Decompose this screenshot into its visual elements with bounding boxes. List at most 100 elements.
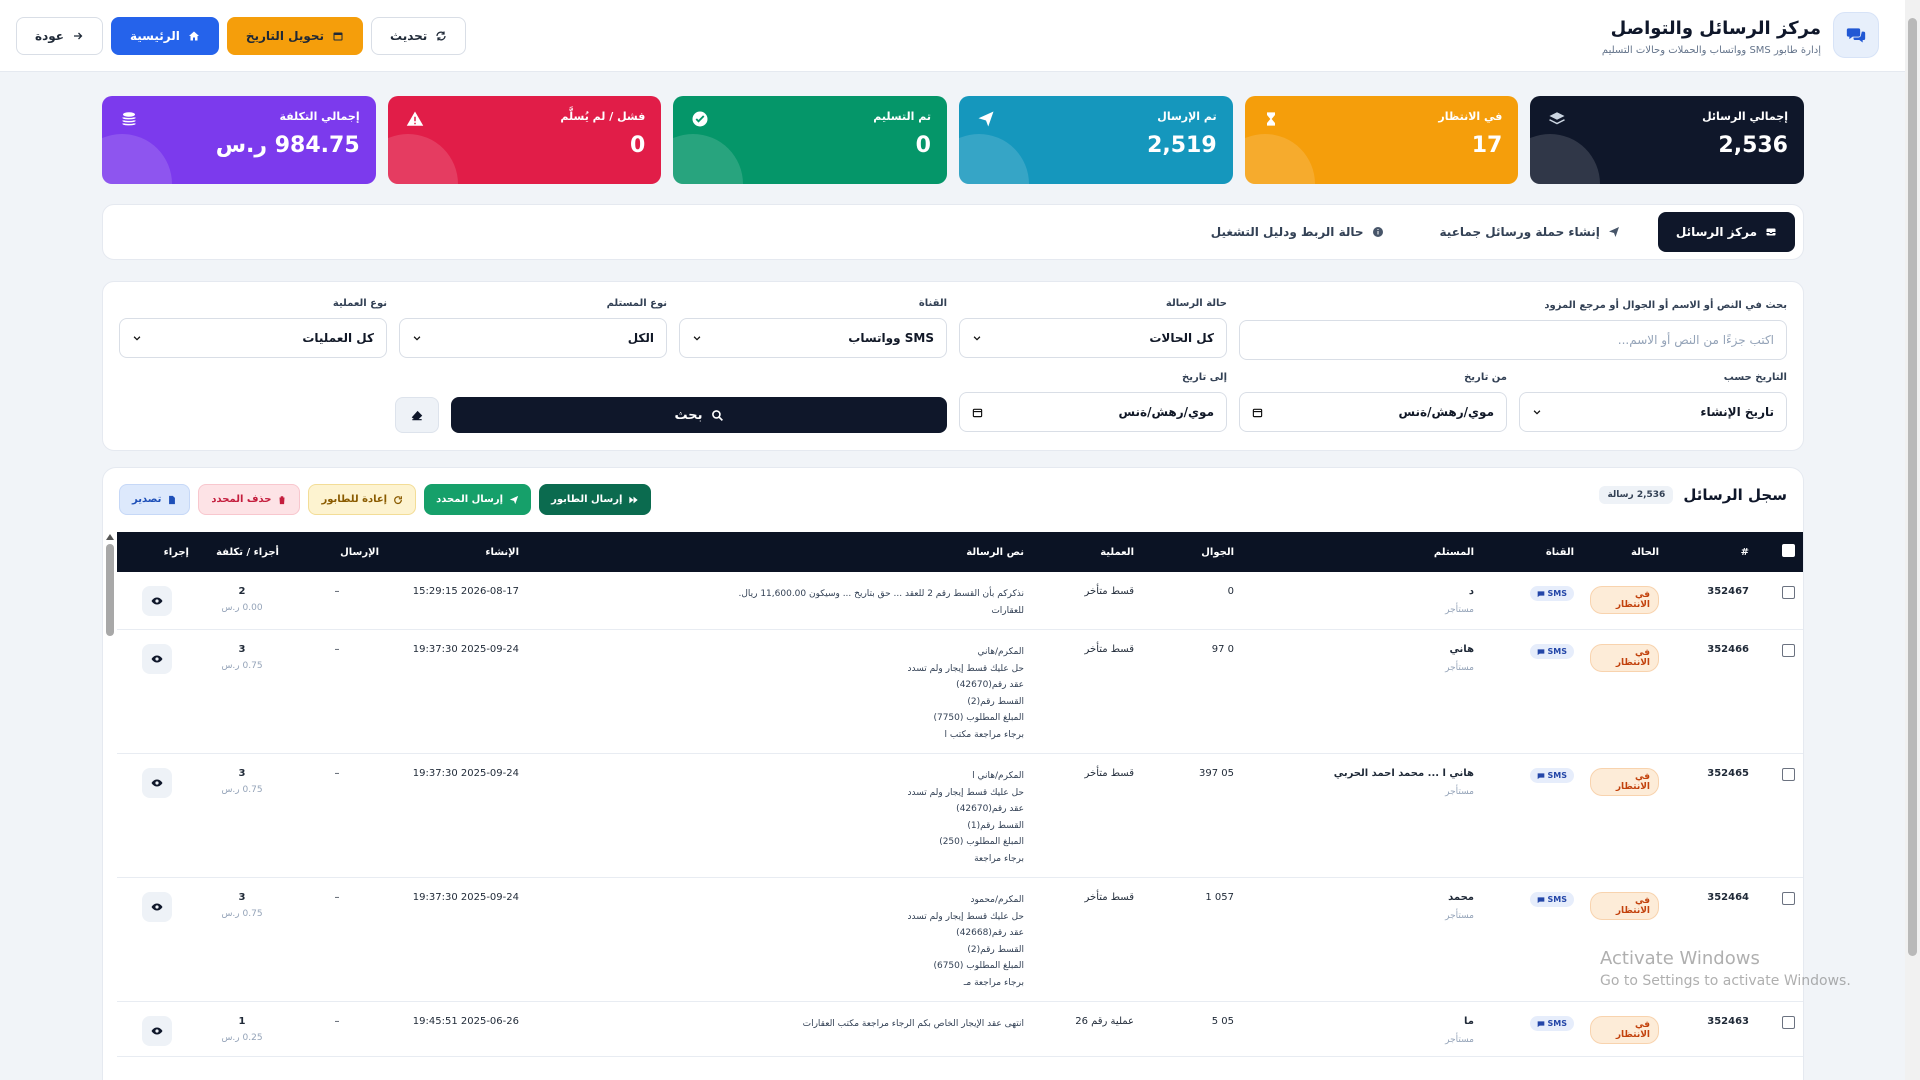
- status-select[interactable]: كل الحالات: [959, 318, 1227, 358]
- row-parts-cost-cell: 3 0.75 ر.س: [197, 630, 287, 754]
- refresh-button[interactable]: تحديث: [371, 17, 467, 55]
- page-scrollbar[interactable]: [1905, 0, 1920, 1080]
- row-channel-cell: SMS: [1482, 630, 1582, 754]
- chat-bubbles-icon: [1833, 12, 1879, 58]
- col-header-action: إجراء: [163, 546, 189, 558]
- view-message-button[interactable]: [142, 1016, 172, 1046]
- col-header-sent: الإرسال: [340, 546, 379, 558]
- row-message-text: المكرم/محمود حل عليك قسط إيجار ولم تسدد …: [907, 895, 1024, 988]
- calendar-icon: [972, 407, 983, 418]
- col-header-parts-cost: أجزاء / تكلفة: [216, 546, 279, 558]
- view-message-button[interactable]: [142, 586, 172, 616]
- tab-create-campaign[interactable]: إنشاء حملة ورسائل جماعية: [1422, 212, 1638, 252]
- row-id: 352465: [1707, 768, 1749, 779]
- recipient-type: مستأجر: [1445, 605, 1474, 615]
- row-recipient-cell: هاني ا ... محمد احمد الحربي مستأجر: [1242, 754, 1482, 878]
- date-by-select[interactable]: تاريخ الإنشاء: [1519, 392, 1787, 432]
- stat-total-cost: إجمالي التكلفة 984.75 ر.س: [101, 96, 376, 184]
- stat-delivered: تم التسليم 0: [673, 96, 947, 184]
- row-checkbox[interactable]: [1782, 892, 1795, 905]
- col-header-operation: العملية: [1100, 546, 1134, 558]
- recipient-name: د: [1468, 586, 1474, 597]
- row-operation: قسط متأخر: [1084, 892, 1135, 903]
- requeue-button[interactable]: إعادة للطابور: [308, 484, 417, 515]
- row-sent: –: [334, 768, 340, 779]
- row-mobile: 05 5: [1211, 1016, 1234, 1027]
- status-badge: في الانتظار: [1590, 768, 1659, 796]
- row-mobile: 05 397: [1198, 768, 1234, 779]
- tab-connection-status[interactable]: حالة الربط ودليل التشغيل: [1193, 212, 1402, 252]
- operation-type-filter: نوع العملية كل العمليات: [119, 298, 387, 358]
- coins-icon: [120, 110, 138, 128]
- row-select-cell: [1757, 572, 1803, 630]
- row-sent: –: [334, 586, 340, 597]
- tab-message-center[interactable]: مركز الرسائل: [1657, 212, 1795, 252]
- table-row: 352463 في الانتظار SMS ما مستأجر 05 5 عم…: [117, 1002, 1803, 1057]
- scroll-up-arrow-icon[interactable]: [106, 534, 114, 540]
- row-mobile: 0 97: [1211, 644, 1234, 655]
- delete-selected-button[interactable]: حذف المحدد: [198, 484, 301, 515]
- refresh-icon: [435, 30, 447, 42]
- send-queue-button[interactable]: إرسال الطابور: [539, 484, 652, 515]
- table-header-row: # الحالة القناة المستلم الجوال العملية ن…: [117, 532, 1803, 572]
- row-checkbox[interactable]: [1782, 586, 1795, 599]
- view-message-button[interactable]: [142, 768, 172, 798]
- tabs-bar: مركز الرسائل إنشاء حملة ورسائل جماعية حا…: [102, 204, 1804, 260]
- channel-select[interactable]: SMS وواتساب: [679, 318, 947, 358]
- view-message-button[interactable]: [142, 644, 172, 674]
- from-date-input[interactable]: موي/رهش/ةنس: [1239, 392, 1507, 432]
- table-scrollbar[interactable]: [105, 534, 115, 1080]
- row-id: 352463: [1707, 1016, 1749, 1027]
- row-operation: عملية رقم 26: [1075, 1016, 1134, 1027]
- layers-icon: [1548, 110, 1566, 128]
- fast-forward-icon: [628, 495, 639, 505]
- warning-icon: [406, 110, 424, 128]
- to-date-input[interactable]: موي/رهش/ةنس: [959, 392, 1227, 432]
- home-icon: [188, 30, 200, 42]
- table-scroll-thumb[interactable]: [106, 544, 114, 636]
- eye-icon: [151, 901, 163, 913]
- chevron-down-icon: [412, 333, 422, 343]
- view-message-button[interactable]: [142, 892, 172, 922]
- row-checkbox[interactable]: [1782, 1016, 1795, 1029]
- send-selected-button[interactable]: إرسال المحدد: [424, 484, 532, 515]
- home-button[interactable]: الرئيسية: [110, 17, 219, 55]
- row-id: 352467: [1707, 586, 1749, 597]
- search-input[interactable]: اكتب جزءًا من النص أو الاسم...: [1239, 320, 1787, 360]
- page-scroll-thumb[interactable]: [1908, 18, 1917, 956]
- to-date-filter: إلى تاريخ موي/رهش/ةنس: [959, 372, 1227, 432]
- export-button[interactable]: تصدير: [119, 484, 191, 515]
- row-parts: 2: [238, 586, 246, 597]
- clear-filters-button[interactable]: [395, 397, 439, 433]
- eye-icon: [151, 1025, 163, 1037]
- info-icon: [1372, 226, 1384, 238]
- row-parts: 3: [238, 644, 246, 655]
- row-sent: –: [334, 892, 340, 903]
- row-recipient-cell: د مستأجر: [1242, 572, 1482, 630]
- eye-icon: [151, 595, 163, 607]
- row-status-cell: في الانتظار: [1582, 1002, 1667, 1057]
- table-row: 352467 في الانتظار SMS د مستأجر 0 قسط مت…: [117, 572, 1803, 630]
- col-header-mobile: الجوال: [1201, 546, 1234, 558]
- select-all-checkbox[interactable]: [1782, 544, 1795, 557]
- convert-date-button[interactable]: تحويل التاريخ: [226, 17, 364, 55]
- operation-type-select[interactable]: كل العمليات: [119, 318, 387, 358]
- recipient-type: مستأجر: [1445, 1035, 1474, 1045]
- row-created: 2026-08-17 15:29:15: [412, 586, 519, 597]
- recipient-type-select[interactable]: الكل: [399, 318, 667, 358]
- row-status-cell: في الانتظار: [1582, 572, 1667, 630]
- back-button[interactable]: عودة: [16, 17, 103, 55]
- recipient-name: هاني: [1449, 644, 1474, 655]
- row-mobile: 0: [1227, 586, 1234, 597]
- search-button[interactable]: بحث: [451, 397, 947, 433]
- channel-badge: SMS: [1529, 586, 1574, 601]
- row-checkbox[interactable]: [1782, 644, 1795, 657]
- col-header-text: نص الرسالة: [966, 546, 1024, 558]
- row-checkbox[interactable]: [1782, 768, 1795, 781]
- file-export-icon: [167, 495, 177, 505]
- channel-filter: القناة SMS وواتساب: [679, 298, 947, 358]
- paper-plane-icon: [509, 495, 519, 505]
- row-recipient-cell: هاني مستأجر: [1242, 630, 1482, 754]
- row-channel-cell: SMS: [1482, 878, 1582, 1002]
- recipient-type: مستأجر: [1445, 663, 1474, 673]
